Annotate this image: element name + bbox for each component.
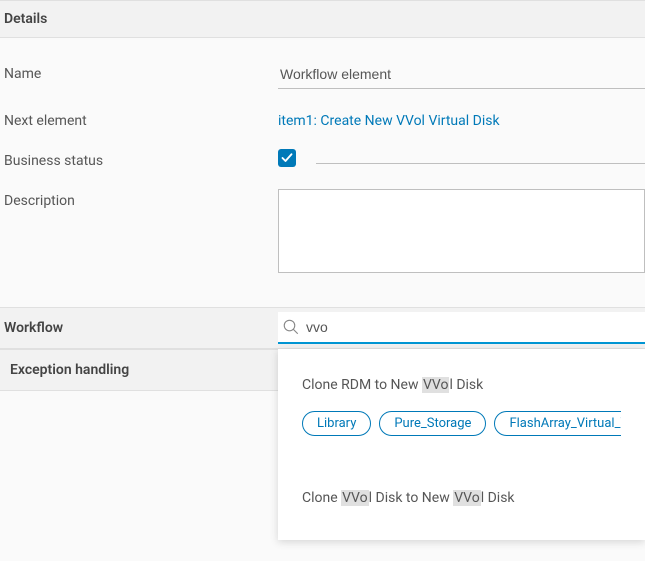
next-element-label: Next element — [0, 109, 278, 129]
search-icon — [282, 318, 300, 336]
search-result-title: Clone RDM to New VVol Disk — [302, 377, 621, 393]
workflow-search-wrap[interactable] — [278, 312, 645, 344]
tag[interactable]: Library — [302, 411, 371, 436]
details-section-title: Details — [4, 11, 47, 27]
exception-handling-title: Exception handling — [10, 362, 129, 378]
workflow-search-dropdown: Clone RDM to New VVol Disk Library Pure_… — [278, 349, 645, 540]
tag[interactable]: Pure_Storage — [379, 411, 486, 436]
description-input[interactable] — [278, 189, 645, 273]
business-status-label: Business status — [0, 149, 278, 169]
name-input[interactable] — [278, 62, 645, 89]
search-result-item[interactable]: Clone RDM to New VVol Disk Library Pure_… — [302, 377, 621, 436]
workflow-search-input[interactable] — [306, 319, 641, 335]
workflow-section-header[interactable]: Workflow — [0, 308, 278, 348]
search-result-tags: Library Pure_Storage FlashArray_Virtual_… — [302, 411, 621, 436]
next-element-link[interactable]: item1: Create New VVol Virtual Disk — [278, 109, 500, 129]
workflow-section-title: Workflow — [4, 320, 63, 336]
details-section-header[interactable]: Details — [0, 0, 645, 38]
business-status-field[interactable] — [316, 163, 645, 164]
tag[interactable]: FlashArray_Virtual_Volume — [494, 411, 621, 436]
name-label: Name — [0, 62, 278, 82]
check-icon — [281, 152, 293, 164]
search-result-item[interactable]: Clone VVol Disk to New VVol Disk — [302, 490, 621, 506]
description-label: Description — [0, 189, 278, 209]
search-result-title: Clone VVol Disk to New VVol Disk — [302, 490, 621, 506]
business-status-checkbox[interactable] — [278, 149, 296, 167]
